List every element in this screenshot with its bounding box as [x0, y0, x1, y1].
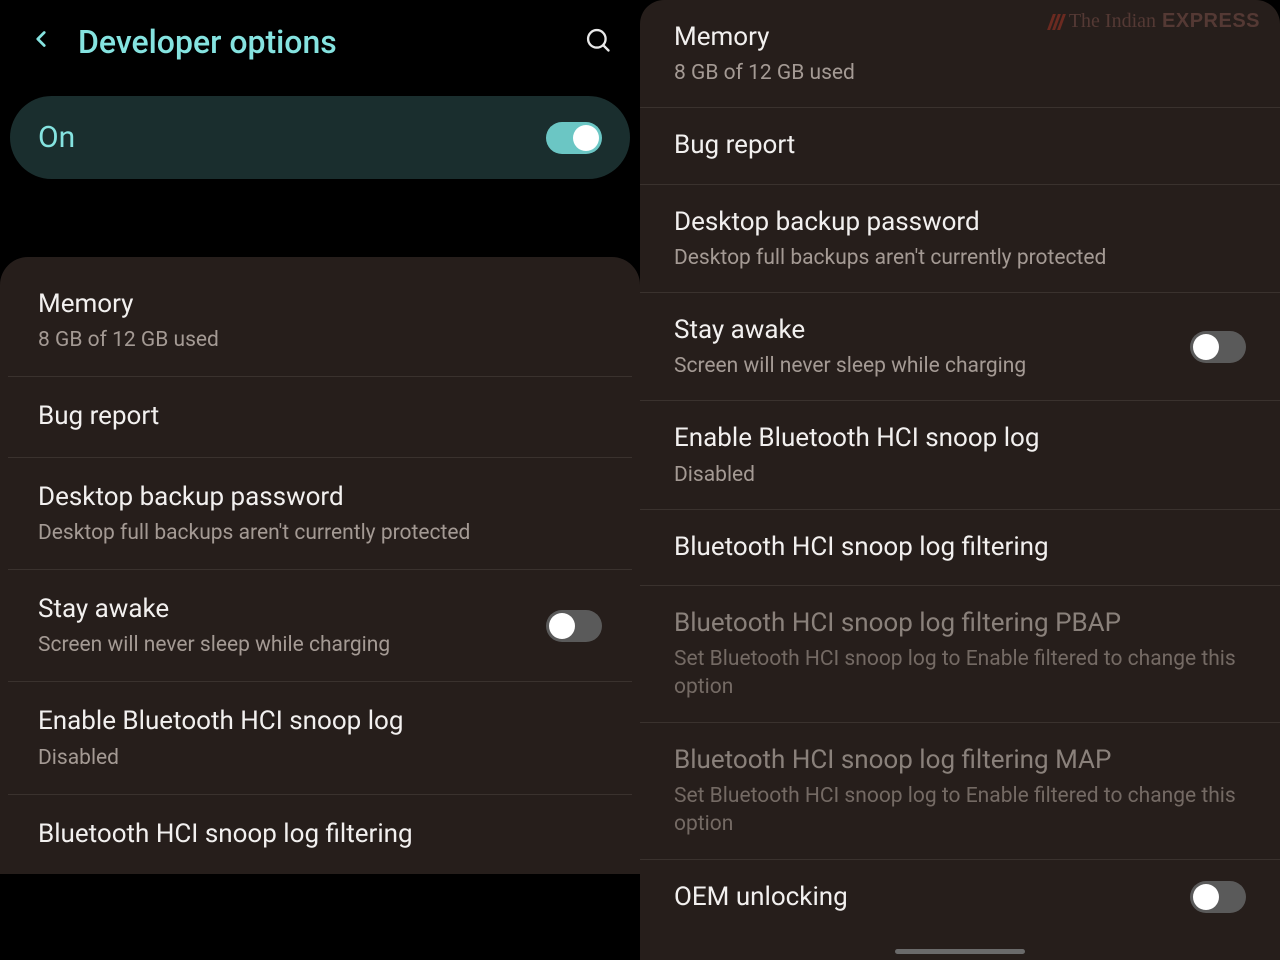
- row-subtitle: Set Bluetooth HCI snoop log to Enable fi…: [674, 645, 1246, 702]
- stay-awake-row[interactable]: Stay awake Screen will never sleep while…: [640, 293, 1280, 401]
- bluetooth-hci-filtering-row[interactable]: Bluetooth HCI snoop log filtering: [8, 795, 632, 874]
- row-title: Stay awake: [38, 592, 546, 627]
- bug-report-row[interactable]: Bug report: [8, 377, 632, 457]
- home-indicator[interactable]: [895, 949, 1025, 954]
- developer-options-screen-left: Developer options On Memory 8 GB of 12 G…: [0, 0, 640, 960]
- row-title: Bluetooth HCI snoop log filtering: [38, 817, 602, 852]
- row-title: Stay awake: [674, 313, 1190, 348]
- search-icon[interactable]: [584, 26, 612, 58]
- row-title: Bug report: [38, 399, 602, 434]
- bluetooth-hci-snoop-log-row[interactable]: Enable Bluetooth HCI snoop log Disabled: [640, 401, 1280, 509]
- back-icon[interactable]: [28, 25, 54, 60]
- memory-row[interactable]: Memory 8 GB of 12 GB used: [640, 0, 1280, 108]
- desktop-backup-password-row[interactable]: Desktop backup password Desktop full bac…: [640, 185, 1280, 293]
- row-title: Bluetooth HCI snoop log filtering PBAP: [674, 606, 1246, 641]
- row-subtitle: Desktop full backups aren't currently pr…: [38, 519, 602, 547]
- bug-report-row[interactable]: Bug report: [640, 108, 1280, 184]
- row-title: Bluetooth HCI snoop log filtering MAP: [674, 743, 1246, 778]
- toggle-switch[interactable]: [546, 122, 602, 154]
- developer-options-screen-right: The Indian EXPRESS Memory 8 GB of 12 GB …: [640, 0, 1280, 960]
- row-subtitle: Screen will never sleep while charging: [38, 631, 546, 659]
- row-subtitle: 8 GB of 12 GB used: [674, 59, 1246, 87]
- row-title: Desktop backup password: [674, 205, 1246, 240]
- row-title: Desktop backup password: [38, 480, 602, 515]
- oem-unlocking-row[interactable]: OEM unlocking: [640, 860, 1280, 935]
- row-title: Enable Bluetooth HCI snoop log: [674, 421, 1246, 456]
- row-title: Bluetooth HCI snoop log filtering: [674, 530, 1246, 565]
- stay-awake-toggle[interactable]: [1190, 331, 1246, 363]
- row-subtitle: Screen will never sleep while charging: [674, 352, 1190, 380]
- row-subtitle: Disabled: [674, 461, 1246, 489]
- oem-unlocking-toggle[interactable]: [1190, 881, 1246, 913]
- row-title: Memory: [38, 287, 602, 322]
- memory-row[interactable]: Memory 8 GB of 12 GB used: [8, 257, 632, 377]
- settings-group: Memory 8 GB of 12 GB used Bug report Des…: [0, 257, 640, 874]
- page-title: Developer options: [78, 23, 584, 61]
- row-title: Bug report: [674, 128, 1246, 163]
- desktop-backup-password-row[interactable]: Desktop backup password Desktop full bac…: [8, 458, 632, 570]
- row-subtitle: Disabled: [38, 744, 602, 772]
- bluetooth-hci-snoop-log-row[interactable]: Enable Bluetooth HCI snoop log Disabled: [8, 682, 632, 794]
- master-toggle-label: On: [38, 120, 75, 155]
- row-subtitle: 8 GB of 12 GB used: [38, 326, 602, 354]
- app-header: Developer options: [0, 0, 640, 84]
- stay-awake-row[interactable]: Stay awake Screen will never sleep while…: [8, 570, 632, 682]
- stay-awake-toggle[interactable]: [546, 610, 602, 642]
- bluetooth-hci-filtering-map-row: Bluetooth HCI snoop log filtering MAP Se…: [640, 723, 1280, 860]
- developer-options-master-toggle[interactable]: On: [10, 96, 630, 179]
- row-subtitle: Desktop full backups aren't currently pr…: [674, 244, 1246, 272]
- row-title: OEM unlocking: [674, 880, 1190, 915]
- row-title: Memory: [674, 20, 1246, 55]
- bluetooth-hci-filtering-pbap-row: Bluetooth HCI snoop log filtering PBAP S…: [640, 586, 1280, 723]
- row-subtitle: Set Bluetooth HCI snoop log to Enable fi…: [674, 782, 1246, 839]
- row-title: Enable Bluetooth HCI snoop log: [38, 704, 602, 739]
- bluetooth-hci-filtering-row[interactable]: Bluetooth HCI snoop log filtering: [640, 510, 1280, 586]
